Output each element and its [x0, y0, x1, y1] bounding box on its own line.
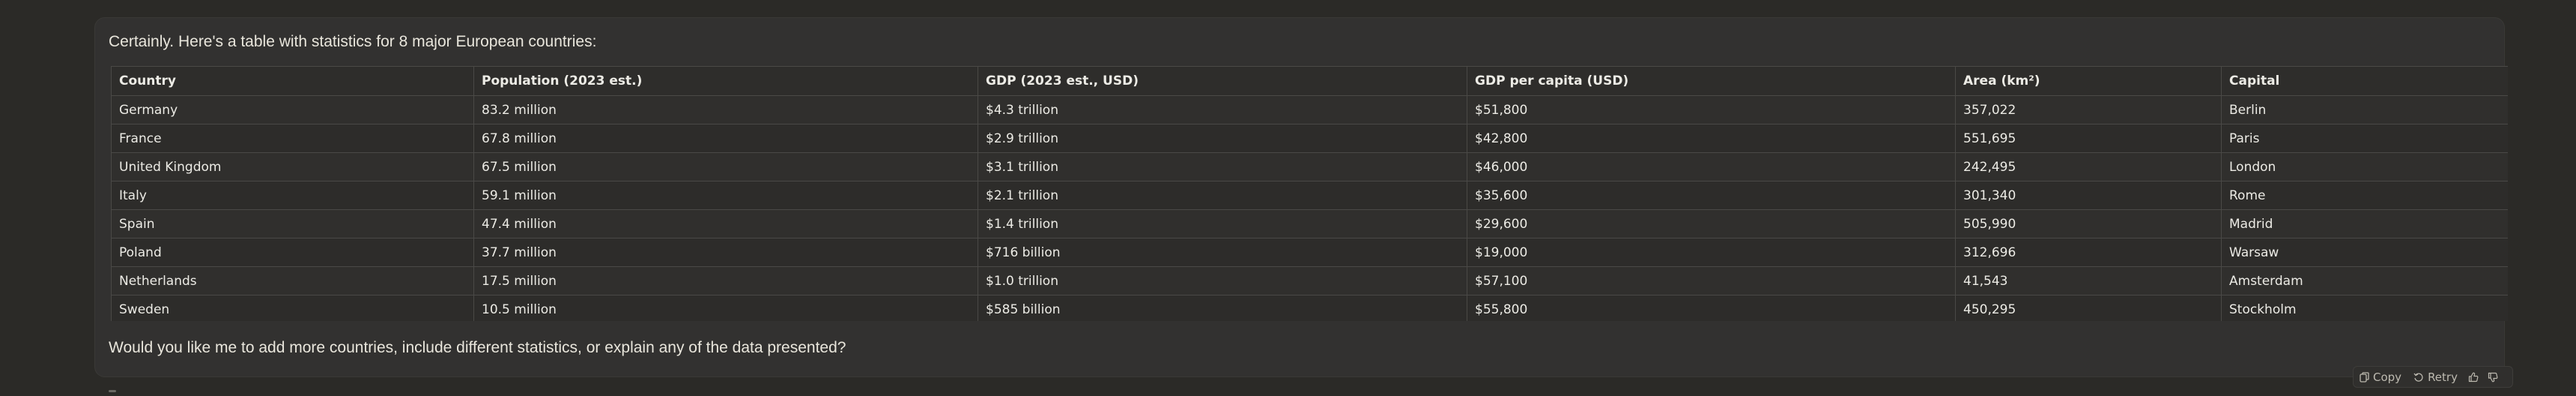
data-table-container: Country Population (2023 est.) GDP (2023…	[111, 66, 2508, 321]
cell-country: Spain	[111, 209, 474, 238]
table-header-row: Country Population (2023 est.) GDP (2023…	[111, 66, 2508, 96]
cell-gdp: $3.1 trillion	[978, 152, 1467, 182]
cell-gdp-per-capita: $19,000	[1467, 238, 1956, 267]
cell-gdp: $4.3 trillion	[978, 95, 1467, 124]
table-row: Sweden 10.5 million $585 billion $55,800 450…	[111, 295, 2508, 321]
cell-population: 10.5 million	[473, 295, 978, 321]
cell-population: 17.5 million	[473, 266, 978, 296]
cell-capital: Madrid	[2221, 209, 2508, 238]
cell-gdp: $2.1 trillion	[978, 181, 1467, 210]
cell-gdp-per-capita: $46,000	[1467, 152, 1956, 182]
cell-gdp: $585 billion	[978, 295, 1467, 321]
retry-button[interactable]: Retry	[2407, 367, 2464, 387]
cell-area: 551,695	[1955, 124, 2222, 153]
cell-gdp: $716 billion	[978, 238, 1467, 267]
cell-area: 450,295	[1955, 295, 2222, 321]
thumbs-down-icon	[2488, 372, 2498, 382]
cell-country: United Kingdom	[111, 152, 474, 182]
cell-population: 83.2 million	[473, 95, 978, 124]
cell-capital: Paris	[2221, 124, 2508, 153]
cell-population: 67.8 million	[473, 124, 978, 153]
message-intro-text: Certainly. Here's a table with statistic…	[109, 33, 597, 50]
cell-country: Sweden	[111, 295, 474, 321]
thumbs-down-button[interactable]	[2483, 367, 2503, 387]
cell-country: Germany	[111, 95, 474, 124]
column-header-gdp: GDP (2023 est., USD)	[978, 66, 1467, 96]
chat-page: Certainly. Here's a table with statistic…	[0, 0, 2576, 396]
message-actions-bar: Copy Retry	[2353, 366, 2513, 388]
message-outro-text: Would you like me to add more countries,…	[109, 339, 846, 356]
cell-capital: Rome	[2221, 181, 2508, 210]
cell-area: 505,990	[1955, 209, 2222, 238]
column-header-gdp-per-capita: GDP per capita (USD)	[1467, 66, 1956, 96]
cell-country: Netherlands	[111, 266, 474, 296]
copy-button[interactable]: Copy	[2354, 367, 2407, 387]
cell-area: 312,696	[1955, 238, 2222, 267]
table-row: Netherlands 17.5 million $1.0 trillion $57,…	[111, 266, 2508, 296]
cell-country: Poland	[111, 238, 474, 267]
cell-gdp-per-capita: $42,800	[1467, 124, 1956, 153]
cell-gdp: $2.9 trillion	[978, 124, 1467, 153]
cell-country: Italy	[111, 181, 474, 210]
column-header-capital: Capital	[2221, 66, 2508, 96]
cell-area: 242,495	[1955, 152, 2222, 182]
cell-population: 47.4 million	[473, 209, 978, 238]
cell-population: 37.7 million	[473, 238, 978, 267]
cell-capital: London	[2221, 152, 2508, 182]
table-row: Italy 59.1 million $2.1 trillion $35,600 301…	[111, 181, 2508, 210]
cell-gdp-per-capita: $57,100	[1467, 266, 1956, 296]
table-row: Spain 47.4 million $1.4 trillion $29,600 505…	[111, 209, 2508, 238]
table-body: Germany 83.2 million $4.3 trillion $51,800 3…	[111, 95, 2508, 321]
table-header: Country Population (2023 est.) GDP (2023…	[111, 66, 2508, 96]
retry-icon	[2413, 372, 2424, 382]
cell-gdp-per-capita: $51,800	[1467, 95, 1956, 124]
cell-population: 67.5 million	[473, 152, 978, 182]
cell-capital: Berlin	[2221, 95, 2508, 124]
table-row: United Kingdom 67.5 million $3.1 trillion $…	[111, 152, 2508, 182]
cell-area: 357,022	[1955, 95, 2222, 124]
cell-gdp-per-capita: $55,800	[1467, 295, 1956, 321]
table-row: France 67.8 million $2.9 trillion $42,800 55…	[111, 124, 2508, 153]
column-header-area: Area (km²)	[1955, 66, 2222, 96]
thumbs-up-icon	[2468, 372, 2479, 382]
column-header-country: Country	[111, 66, 474, 96]
cell-capital: Amsterdam	[2221, 266, 2508, 296]
cell-gdp: $1.4 trillion	[978, 209, 1467, 238]
cell-country: France	[111, 124, 474, 153]
cell-population: 59.1 million	[473, 181, 978, 210]
next-message-edge	[109, 390, 116, 392]
cell-capital: Warsaw	[2221, 238, 2508, 267]
cell-gdp: $1.0 trillion	[978, 266, 1467, 296]
copy-icon	[2360, 371, 2369, 382]
cell-area: 301,340	[1955, 181, 2222, 210]
table-row: Poland 37.7 million $716 billion $19,000 312…	[111, 238, 2508, 267]
cell-capital: Stockholm	[2221, 295, 2508, 321]
thumbs-up-button[interactable]	[2464, 367, 2483, 387]
retry-button-label: Retry	[2428, 370, 2458, 384]
cell-area: 41,543	[1955, 266, 2222, 296]
cell-gdp-per-capita: $29,600	[1467, 209, 1956, 238]
table-row: Germany 83.2 million $4.3 trillion $51,800 3…	[111, 95, 2508, 124]
column-header-population: Population (2023 est.)	[473, 66, 978, 96]
country-statistics-table: Country Population (2023 est.) GDP (2023…	[111, 66, 2508, 321]
cell-gdp-per-capita: $35,600	[1467, 181, 1956, 210]
copy-button-label: Copy	[2373, 370, 2402, 384]
